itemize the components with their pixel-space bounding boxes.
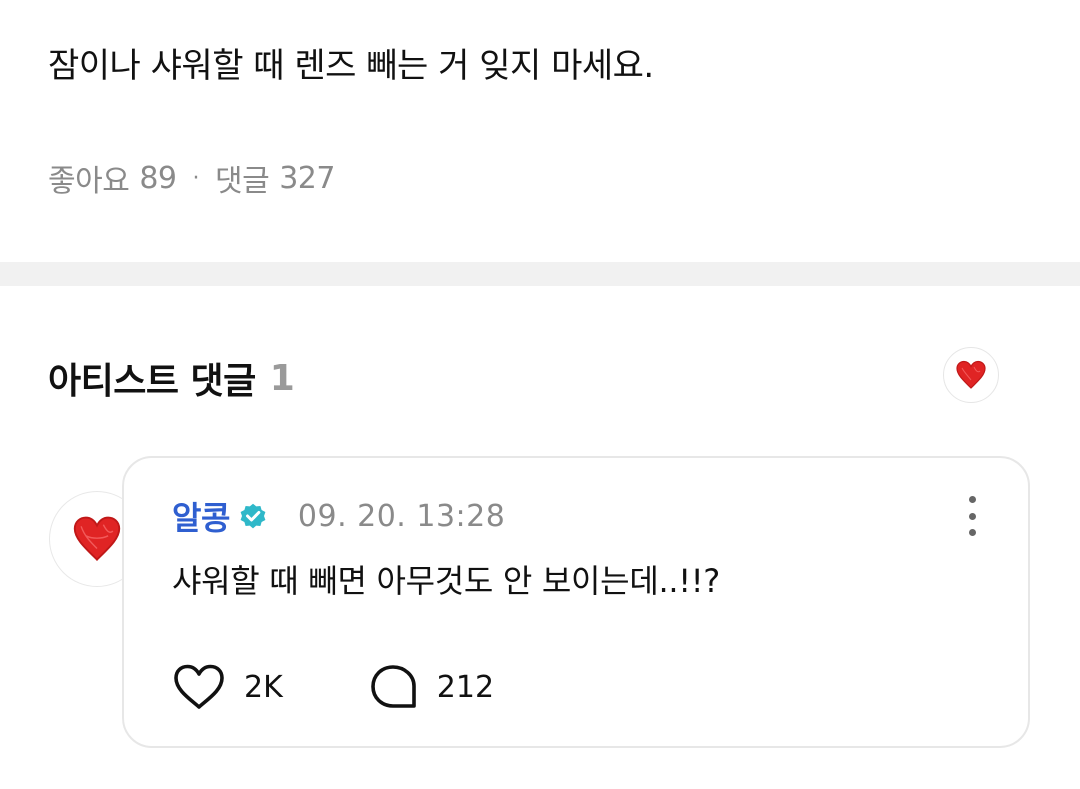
speech-bubble-icon <box>370 665 416 708</box>
comment-timestamp: 09. 20. 13:28 <box>297 498 506 534</box>
likes-count: 89 <box>139 160 177 196</box>
artist-comments-title: 아티스트 댓글 <box>48 361 256 402</box>
more-options-button[interactable] <box>960 492 984 540</box>
more-dot <box>968 529 976 536</box>
heart-outline-icon <box>174 664 224 709</box>
post-body: 잠이나 샤워할 때 렌즈 빼는 거 잊지 마세요. <box>48 46 654 86</box>
comment-actions: 2K 212 <box>172 662 494 712</box>
artist-comments-count: 1 <box>269 357 295 399</box>
red-heart-icon <box>956 360 986 389</box>
stats-separator: · <box>192 165 200 191</box>
like-button[interactable]: 2K <box>172 663 283 711</box>
comment-card: 알콩 09. 20. 13:28 샤워할 때 빼면 아무것도 안 보이는데..!… <box>122 456 1030 748</box>
section-divider <box>0 262 1080 286</box>
comment-text: 샤워할 때 빼면 아무것도 안 보이는데..!!? <box>172 562 720 600</box>
artist-heart-badge[interactable] <box>943 347 999 403</box>
likes-label[interactable]: 좋아요 <box>48 156 130 200</box>
artist-comments-header: 아티스트 댓글 1 <box>48 348 295 408</box>
comments-count: 327 <box>279 160 335 196</box>
reply-button[interactable]: 212 <box>369 663 494 711</box>
author-name[interactable]: 알콩 <box>172 493 230 539</box>
like-count: 2K <box>244 669 283 705</box>
more-dot <box>968 496 976 503</box>
comments-label[interactable]: 댓글 <box>215 156 270 200</box>
verified-badge-icon <box>238 501 268 531</box>
more-dot <box>968 512 976 520</box>
post-stats: 좋아요 89 · 댓글 327 <box>48 156 335 200</box>
red-heart-icon <box>73 516 121 561</box>
reply-count: 212 <box>436 669 495 705</box>
comment-header: 알콩 09. 20. 13:28 <box>172 494 505 538</box>
